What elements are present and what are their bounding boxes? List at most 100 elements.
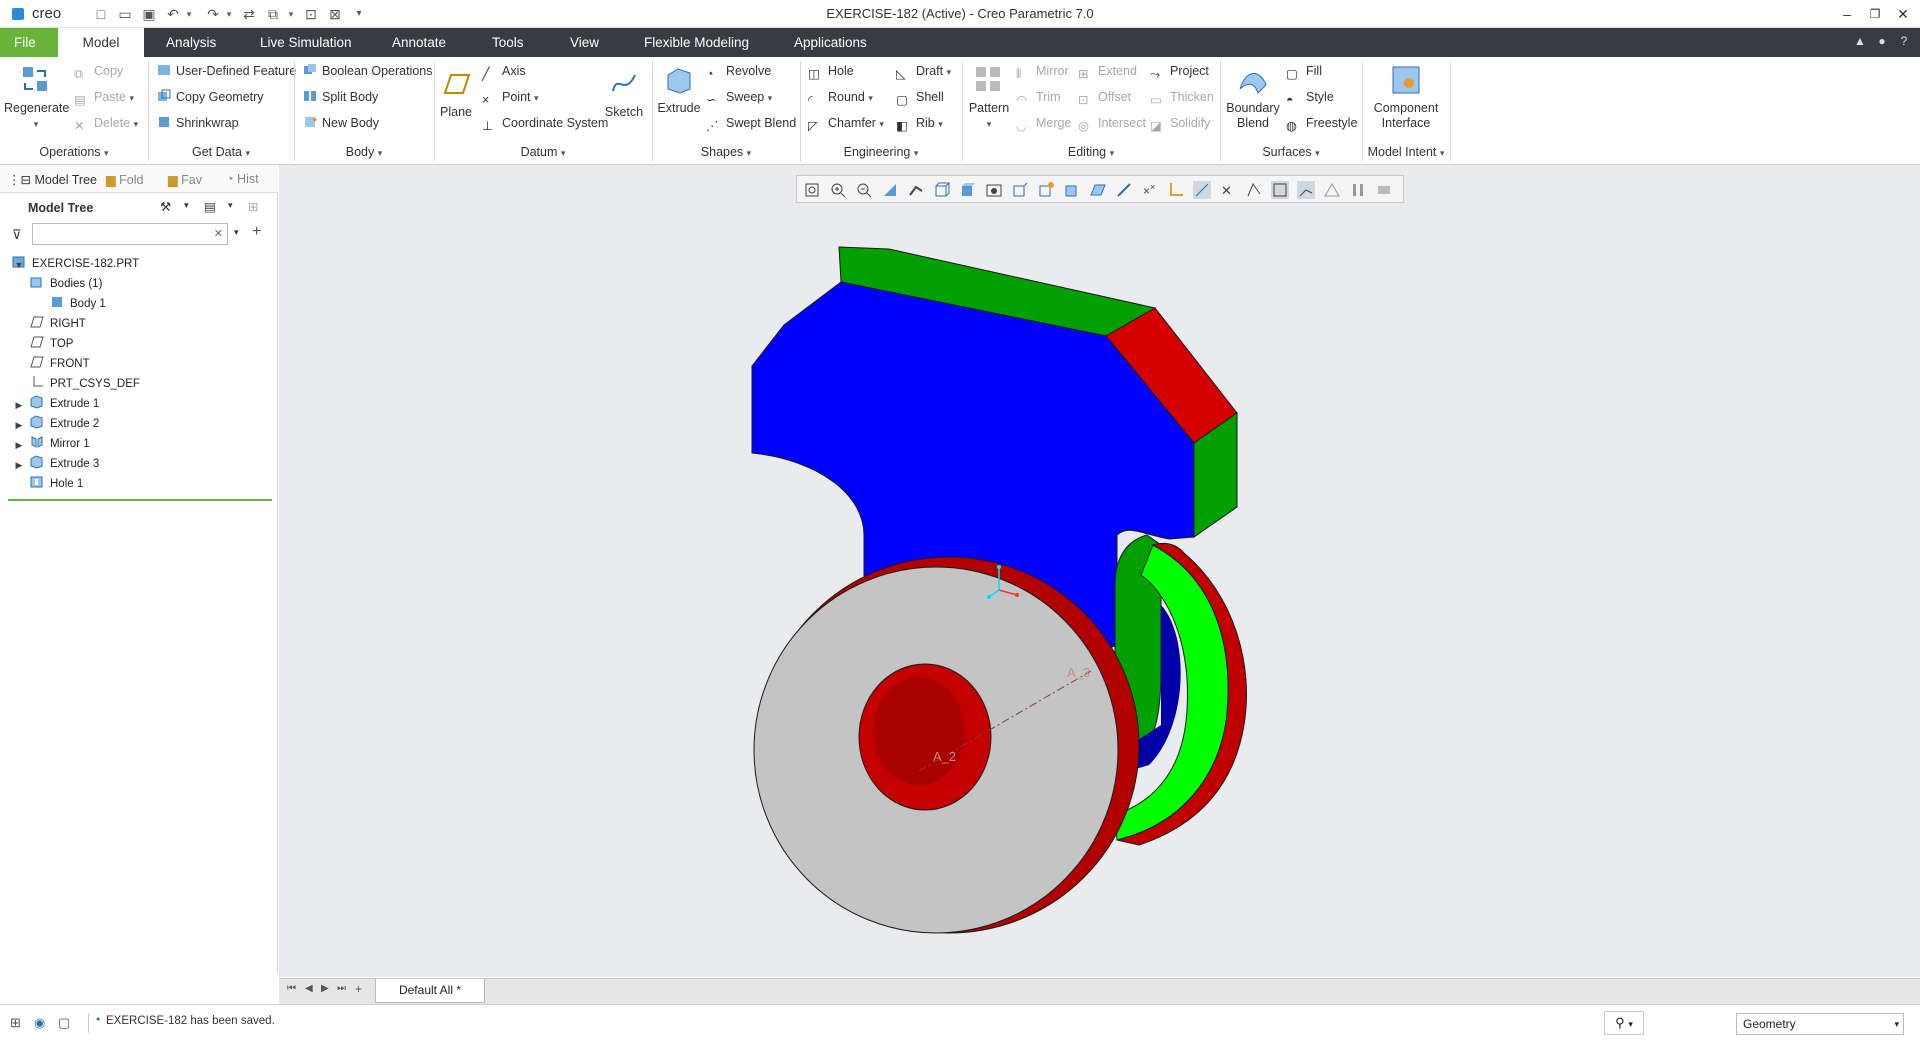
extend-button[interactable]: ⊞ Extend	[1078, 61, 1137, 81]
delete-button[interactable]: ✕ Delete ▾	[74, 113, 138, 133]
group-body[interactable]: Body ▾	[294, 143, 434, 161]
project-button[interactable]: ⤳ Project	[1150, 61, 1209, 81]
split-body-button[interactable]: Split Body	[302, 87, 378, 107]
style-button[interactable]: ◓ Style	[1286, 87, 1334, 107]
tab-file[interactable]: File	[0, 28, 58, 57]
pattern-button[interactable]: Pattern ▾	[966, 63, 1012, 132]
add-tab-icon[interactable]: +	[355, 982, 362, 996]
intersect-button[interactable]: ◎ Intersect	[1078, 113, 1146, 133]
reorient-icon[interactable]	[907, 181, 925, 199]
paste-button[interactable]: ▤ Paste ▾	[74, 87, 134, 107]
expand-bodies-icon[interactable]: ▼	[14, 260, 24, 270]
tree-item-extrude1[interactable]: Extrude 1	[30, 395, 99, 413]
expand-extrude2-icon[interactable]: ▶	[14, 420, 24, 431]
perspective-icon[interactable]	[1011, 181, 1029, 199]
show-dropdown-icon[interactable]: ▾	[228, 200, 233, 211]
close-icon[interactable]: ✕	[1892, 4, 1914, 24]
chamfer-button[interactable]: ◸ Chamfer ▾	[808, 113, 884, 133]
spin-center-display-icon[interactable]	[1245, 181, 1263, 199]
group-operations[interactable]: Operations ▾	[0, 143, 148, 161]
tree-item-body1[interactable]: Body 1	[50, 295, 106, 313]
hole-button[interactable]: ◫ Hole	[808, 61, 854, 81]
prev-tab-icon[interactable]: ◀	[305, 983, 313, 994]
shrinkwrap-button[interactable]: Shrinkwrap	[156, 113, 239, 133]
group-shapes[interactable]: Shapes ▾	[652, 143, 800, 161]
toggle-navigator-icon[interactable]: ⊞	[10, 1015, 21, 1031]
search-dropdown-icon[interactable]: ▾	[234, 227, 239, 238]
chamfer-dropdown-icon[interactable]: ▾	[879, 119, 884, 129]
csys-display-icon[interactable]	[1167, 181, 1185, 199]
group-datum[interactable]: Datum ▾	[434, 143, 652, 161]
saved-orientations-icon[interactable]	[933, 181, 951, 199]
draft-dropdown-icon[interactable]: ▾	[947, 67, 952, 77]
revolve-button[interactable]: ◔ Revolve	[706, 61, 771, 81]
browser-icon[interactable]: ◉	[34, 1015, 45, 1031]
component-interface-button[interactable]: Component Interface	[1366, 63, 1446, 131]
view-manager-icon[interactable]	[985, 181, 1003, 199]
restore-icon[interactable]: ❐	[1864, 4, 1886, 24]
tree-item-mirror1[interactable]: Mirror 1	[30, 435, 90, 453]
shell-button[interactable]: ▢ Shell	[896, 87, 944, 107]
insert-here-indicator[interactable]	[8, 499, 272, 501]
new-body-button[interactable]: ✦ New Body	[302, 113, 379, 133]
fill-button[interactable]: ▢ Fill	[1286, 61, 1322, 81]
csys-toggle-icon[interactable]	[1297, 181, 1315, 199]
coordinate-system-button[interactable]: ⊥ Coordinate System	[482, 113, 608, 133]
annotation-display-filter-icon[interactable]: ✕	[1219, 181, 1237, 199]
help-icon[interactable]: ?	[1896, 34, 1912, 50]
collapse-ribbon-icon[interactable]: ▲	[1852, 34, 1868, 50]
tab-folder-browser[interactable]: ▆ Fold	[106, 172, 143, 187]
draft-button[interactable]: ◺ Draft ▾	[896, 61, 951, 81]
first-tab-icon[interactable]: ⏮	[287, 983, 296, 994]
show-menu-icon[interactable]: ▤	[204, 199, 216, 214]
tab-model[interactable]: Model	[58, 28, 144, 57]
tree-item-hole1[interactable]: Hole 1	[30, 475, 83, 493]
user-icon[interactable]: ●	[1874, 34, 1890, 50]
swept-blend-button[interactable]: ⋰ Swept Blend	[706, 113, 796, 133]
next-icon[interactable]	[1375, 181, 1393, 199]
freestyle-button[interactable]: ◍ Freestyle	[1286, 113, 1357, 133]
tree-settings-dropdown-icon[interactable]: ▾	[184, 200, 189, 211]
sweep-button[interactable]: ∽ Sweep ▾	[706, 87, 772, 107]
sketch-button[interactable]: Sketch	[604, 67, 644, 120]
copy-geometry-button[interactable]: Copy Geometry	[156, 87, 264, 107]
round-dropdown-icon[interactable]: ▾	[868, 93, 873, 103]
tab-favorites[interactable]: ▆ Fav	[168, 172, 202, 187]
tree-item-top[interactable]: TOP	[30, 335, 73, 353]
tree-settings-icon[interactable]: ⚒	[160, 199, 171, 214]
regenerate-dropdown-icon[interactable]: ▾	[34, 119, 39, 129]
sweep-dropdown-icon[interactable]: ▾	[768, 93, 773, 103]
clear-search-icon[interactable]: ✕	[214, 227, 223, 240]
plane-button[interactable]: Plane	[438, 67, 474, 120]
point-button[interactable]: × Point ▾	[482, 87, 539, 107]
next-tab-icon[interactable]: ▶	[321, 983, 329, 994]
add-icon[interactable]: +	[252, 223, 261, 241]
group-surfaces[interactable]: Surfaces ▾	[1220, 143, 1362, 161]
thicken-button[interactable]: ▭ Thicken	[1150, 87, 1214, 107]
triangle-icon[interactable]	[1323, 181, 1341, 199]
last-tab-icon[interactable]: ⏭	[337, 983, 346, 994]
merge-button[interactable]: ◡ Merge	[1016, 113, 1071, 133]
group-editing[interactable]: Editing ▾	[962, 143, 1220, 161]
pause-icon[interactable]	[1349, 181, 1367, 199]
expand-extrude3-icon[interactable]: ▶	[14, 460, 24, 471]
tab-view[interactable]: View	[556, 28, 613, 57]
point-display-icon[interactable]: × ×	[1141, 181, 1159, 199]
spin-center-icon[interactable]	[1037, 181, 1055, 199]
tree-item-extrude3[interactable]: Extrude 3	[30, 455, 99, 473]
refit-icon[interactable]	[803, 181, 821, 199]
zoom-out-icon[interactable]	[855, 181, 873, 199]
repaint-icon[interactable]	[881, 181, 899, 199]
offset-button[interactable]: ⊡ Offset	[1078, 87, 1131, 107]
group-engineering[interactable]: Engineering ▾	[800, 143, 962, 161]
tab-history[interactable]: ◔ Hist	[226, 172, 259, 186]
delete-dropdown-icon[interactable]: ▾	[134, 119, 139, 129]
tab-flexible-modeling[interactable]: Flexible Modeling	[630, 28, 763, 57]
tab-analysis[interactable]: Analysis	[152, 28, 230, 57]
tab-annotate[interactable]: Annotate	[378, 28, 460, 57]
group-model-intent[interactable]: Model Intent ▾	[1362, 143, 1450, 161]
tree-item-part[interactable]: EXERCISE-182.PRT	[12, 255, 139, 273]
model-3d-view[interactable]: A_2 A_3	[279, 165, 1920, 977]
zoom-in-icon[interactable]	[829, 181, 847, 199]
trim-button[interactable]: ◠ Trim	[1016, 87, 1061, 107]
